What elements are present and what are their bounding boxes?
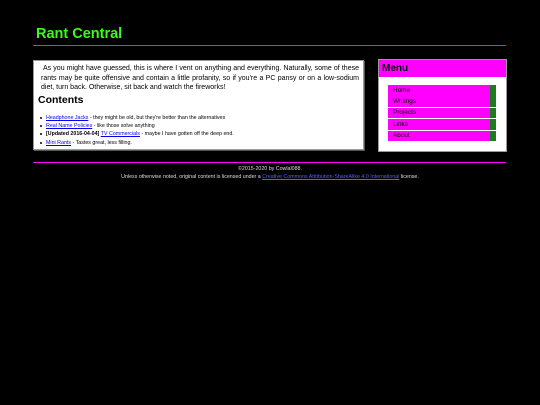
footer-license: Unless otherwise noted, original content… [0, 174, 540, 180]
license-suffix: license. [399, 174, 419, 180]
footer-divider [33, 162, 506, 163]
sidebar-menu: Home Writings Projects Links About [388, 85, 496, 142]
toc-link-mini-rants[interactable]: Mini Rants [46, 140, 71, 146]
bullet-icon [40, 133, 42, 136]
toc-link-real-name-policies[interactable]: Real Name Policies [46, 123, 92, 129]
toc-desc: - maybe I have gotten off the deep end. [139, 131, 234, 138]
list-item: Real Name Policies - like those solve an… [39, 122, 234, 130]
sidebar-title: Menu [382, 63, 409, 74]
license-link[interactable]: Creative Commons Attribution-ShareAlike … [262, 174, 399, 180]
footer-copyright: ©2015-2020 by Cowlal088. [238, 166, 302, 172]
header-divider [33, 45, 506, 46]
sidebar-item-label: Links [393, 120, 408, 128]
bullet-icon [40, 125, 42, 128]
list-item: Mini Rants - Tastes great, less filling. [39, 139, 234, 147]
main-content: As you might have guessed, this is where… [33, 60, 364, 150]
sidebar-item-about[interactable]: About [388, 130, 496, 142]
sidebar-item-links[interactable]: Links [388, 119, 496, 130]
sidebar-item-label: Home [393, 86, 411, 94]
sidebar-header: Menu [379, 60, 506, 77]
bullet-icon [40, 141, 42, 144]
sidebar-item-label: Writings [393, 97, 416, 105]
license-prefix: Unless otherwise noted, original content… [121, 174, 263, 180]
sidebar-item-writings[interactable]: Writings [388, 96, 496, 107]
sidebar: Menu Home Writings Projects Links About [378, 59, 507, 152]
contents-list: Headphone Jacks - they might be old, but… [39, 114, 234, 147]
toc-desc: - Tastes great, less filling. [71, 139, 132, 146]
toc-desc: - they might be old, but they're better … [88, 115, 226, 121]
sidebar-item-label: About [393, 132, 410, 140]
sidebar-item-home[interactable]: Home [388, 85, 496, 96]
sidebar-item-projects[interactable]: Projects [388, 107, 496, 119]
list-item: Headphone Jacks - they might be old, but… [39, 114, 234, 122]
toc-link-tv-commercials[interactable]: TV Commercials [101, 131, 140, 137]
intro-paragraph: As you might have guessed, this is where… [41, 65, 359, 92]
toc-link-headphone-jacks[interactable]: Headphone Jacks [46, 115, 88, 121]
bullet-icon [40, 117, 42, 119]
contents-heading: Contents [38, 94, 84, 106]
list-item: [Updated 2016-04-04] TV Commercials - ma… [39, 130, 234, 138]
site-title: Rant Central [36, 26, 123, 42]
sidebar-item-label: Projects [393, 109, 417, 117]
toc-prefix: [Updated 2016-04-04] [46, 131, 101, 138]
toc-desc: - like those solve anything [92, 123, 155, 130]
